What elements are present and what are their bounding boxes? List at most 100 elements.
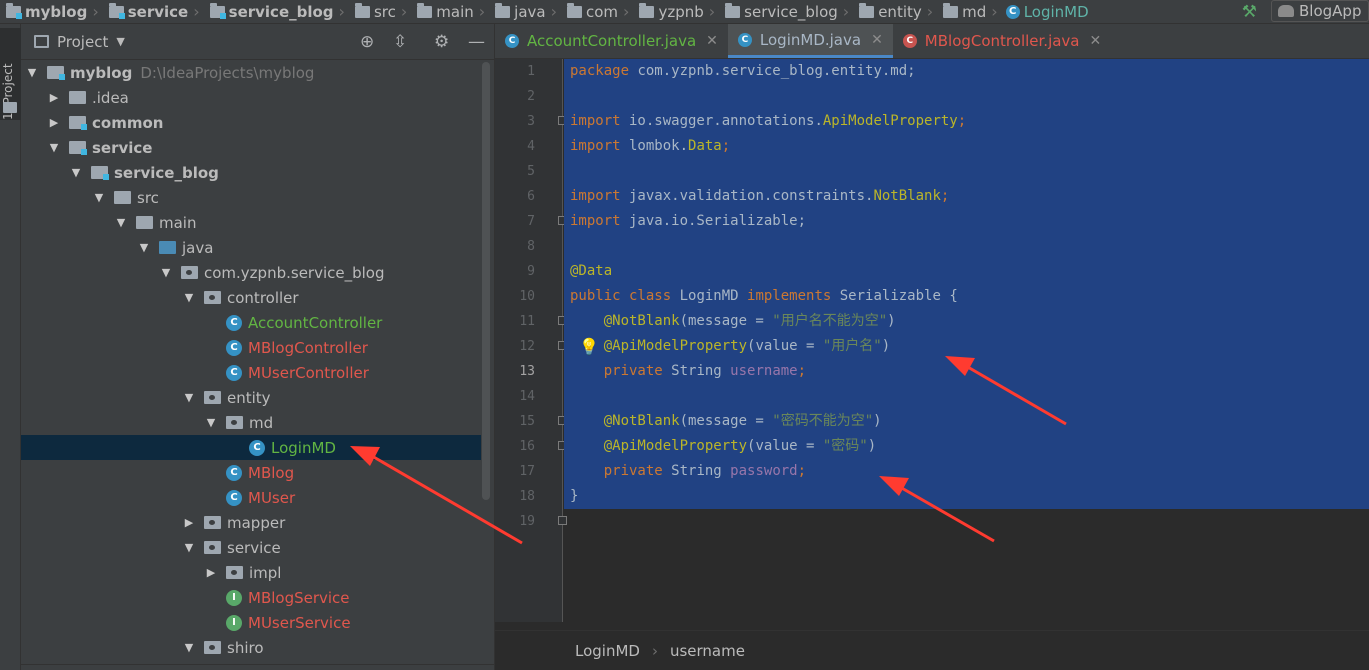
code-line-9: @Data (564, 259, 1369, 284)
line-gutter[interactable]: 1 2 3 4 5 6 7 8 9 10 11 12 13 14 15 16 1… (495, 59, 567, 622)
project-scrollbar[interactable] (482, 62, 490, 500)
tree-item-loginmd[interactable]: C LoginMD (21, 435, 481, 460)
tree-item-idea[interactable]: ▶ .idea (21, 85, 481, 110)
expanded-arrow-icon[interactable]: ▼ (47, 141, 61, 154)
collapsed-arrow-icon[interactable]: ▶ (47, 116, 61, 129)
expanded-arrow-icon[interactable]: ▼ (159, 266, 173, 279)
project-bottom-bar (21, 664, 494, 670)
expanded-arrow-icon[interactable]: ▼ (204, 416, 218, 429)
module-folder-icon (69, 141, 87, 155)
line-number: 5 (527, 164, 535, 179)
line-number: 17 (519, 464, 535, 479)
tree-item-impl[interactable]: ▶ impl (21, 560, 481, 585)
line-number: 18 (519, 489, 535, 504)
tree-item-java[interactable]: ▼ java (21, 235, 481, 260)
collapsed-arrow-icon[interactable]: ▶ (47, 91, 61, 104)
nav-crumb-src[interactable]: src › (349, 2, 411, 21)
tree-item-shiro[interactable]: ▼ shiro (21, 635, 481, 660)
tree-item-muserservice[interactable]: I MUserService (21, 610, 481, 635)
lightbulb-intention-icon[interactable]: 💡 (579, 337, 599, 356)
tree-item-muser[interactable]: C MUser (21, 485, 481, 510)
tree-item-musercontroller[interactable]: C MUserController (21, 360, 481, 385)
code-line-17: private String password; (564, 459, 1369, 484)
package-icon (204, 516, 221, 529)
expanded-arrow-icon[interactable]: ▼ (92, 191, 106, 204)
tree-item-md[interactable]: ▼ md (21, 410, 481, 435)
package-icon (204, 391, 221, 404)
nav-crumb-loginmd[interactable]: C LoginMD (1002, 3, 1089, 21)
class-icon: C (505, 34, 519, 48)
tab-accountcontroller[interactable]: C AccountController.java ✕ (495, 24, 728, 58)
gear-icon[interactable]: ⚙ (434, 32, 449, 52)
collapsed-arrow-icon[interactable]: ▶ (204, 566, 218, 579)
tab-loginmd[interactable]: C LoginMD.java ✕ (727, 24, 893, 58)
package-icon (567, 2, 582, 18)
expanded-arrow-icon[interactable]: ▼ (182, 291, 196, 304)
build-hammer-icon[interactable]: ⚒ (1242, 2, 1257, 22)
folder-icon (3, 102, 17, 113)
module-folder-icon (69, 116, 87, 130)
expanded-arrow-icon[interactable]: ▼ (182, 391, 196, 404)
folder-icon (417, 2, 433, 18)
nav-crumb-java[interactable]: java › (489, 2, 561, 21)
expanded-arrow-icon[interactable]: ▼ (137, 241, 151, 254)
tree-item-accountcontroller[interactable]: C AccountController (21, 310, 481, 335)
tree-item-service-package[interactable]: ▼ service (21, 535, 481, 560)
tree-item-mblog[interactable]: C MBlog (21, 460, 481, 485)
run-configuration-select[interactable]: BlogApp (1271, 0, 1369, 22)
spring-boot-icon (1278, 5, 1294, 17)
code-line-1: package com.yzpnb.service_blog.entity.md… (564, 59, 1369, 84)
breadcrumb-class[interactable]: LoginMD (575, 642, 640, 660)
nav-crumb-myblog[interactable]: myblog › (0, 2, 103, 21)
code-line-18: } (564, 484, 1369, 509)
nav-crumb-service-blog-pkg[interactable]: service_blog › (719, 2, 853, 21)
line-number: 15 (519, 414, 535, 429)
close-icon[interactable]: ✕ (706, 33, 718, 49)
close-icon[interactable]: ✕ (871, 32, 883, 48)
tree-item-src[interactable]: ▼ src (21, 185, 481, 210)
package-icon (204, 641, 221, 654)
tab-mblogcontroller[interactable]: C MBlogController.java ✕ (893, 24, 1111, 58)
tree-item-myblog[interactable]: ▼ myblog D:\IdeaProjects\myblog (21, 60, 481, 85)
expanded-arrow-icon[interactable]: ▼ (182, 641, 196, 654)
nav-crumb-service[interactable]: service › (103, 2, 204, 21)
expanded-arrow-icon[interactable]: ▼ (25, 66, 39, 79)
nav-crumb-yzpnb[interactable]: yzpnb › (633, 2, 719, 21)
tree-item-base-package[interactable]: ▼ com.yzpnb.service_blog (21, 260, 481, 285)
tree-item-main[interactable]: ▼ main (21, 210, 481, 235)
collapse-all-icon[interactable]: ⇳ (393, 32, 407, 52)
tree-item-service-module[interactable]: ▼ service (21, 135, 481, 160)
caret-down-icon[interactable]: ▼ (116, 35, 124, 48)
locate-target-icon[interactable]: ⊕ (360, 32, 374, 52)
editor-area: C AccountController.java ✕ C LoginMD.java ✕ … (494, 24, 1369, 670)
tree-item-mblogservice[interactable]: I MBlogService (21, 585, 481, 610)
code-area[interactable]: package com.yzpnb.service_blog.entity.md… (564, 59, 1369, 622)
expanded-arrow-icon[interactable]: ▼ (182, 541, 196, 554)
nav-crumb-service-blog[interactable]: service_blog › (204, 2, 349, 21)
expanded-arrow-icon[interactable]: ▼ (69, 166, 83, 179)
code-line-16: @ApiModelProperty(value = "密码") (564, 434, 1369, 459)
project-view-selector[interactable]: Project (57, 33, 108, 51)
nav-crumb-com[interactable]: com › (561, 2, 633, 21)
navigation-bar: myblog › service › service_blog › src › main… (0, 0, 1369, 24)
collapsed-arrow-icon[interactable]: ▶ (182, 516, 196, 529)
close-icon[interactable]: ✕ (1090, 33, 1102, 49)
tree-item-service-blog[interactable]: ▼ service_blog (21, 160, 481, 185)
tree-item-mapper[interactable]: ▶ mapper (21, 510, 481, 535)
code-line-13: private String username; (564, 359, 1369, 384)
nav-crumb-md[interactable]: md › (937, 2, 1002, 21)
nav-crumb-entity[interactable]: entity › (853, 2, 937, 21)
tree-item-mblogcontroller[interactable]: C MBlogController (21, 335, 481, 360)
nav-crumb-main[interactable]: main › (411, 2, 489, 21)
class-icon: C (226, 464, 242, 481)
left-tool-strip: 1: Project (0, 24, 21, 670)
expanded-arrow-icon[interactable]: ▼ (114, 216, 128, 229)
tree-item-controller[interactable]: ▼ controller (21, 285, 481, 310)
breadcrumb-field[interactable]: username (670, 642, 745, 660)
module-folder-icon (108, 2, 125, 19)
tree-item-common[interactable]: ▶ common (21, 110, 481, 135)
tree-item-entity[interactable]: ▼ entity (21, 385, 481, 410)
package-icon (226, 566, 243, 579)
package-icon (204, 541, 221, 554)
hide-minus-icon[interactable]: — (468, 32, 485, 52)
